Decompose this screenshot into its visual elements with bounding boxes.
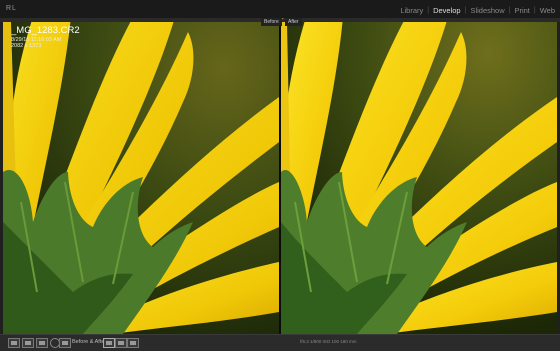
before-pane[interactable]: _MG_1283.CR2 8/29/16 11:16:03 AM 2082 x … bbox=[3, 22, 279, 334]
swap-settings-glyph bbox=[118, 341, 124, 345]
before-label: Before bbox=[261, 18, 282, 26]
photo-info-overlay: _MG_1283.CR2 8/29/16 11:16:03 AM 2082 x … bbox=[11, 26, 80, 50]
module-picker: Library | Develop | Slideshow | Print | … bbox=[399, 6, 556, 15]
module-library[interactable]: Library bbox=[399, 6, 424, 15]
module-separator: | bbox=[464, 7, 467, 14]
module-separator: | bbox=[427, 7, 430, 14]
module-separator: | bbox=[533, 7, 536, 14]
grid-view-glyph bbox=[25, 341, 31, 345]
grid-view-icon[interactable] bbox=[22, 338, 34, 348]
survey-view-glyph bbox=[62, 341, 68, 345]
after-pane[interactable] bbox=[281, 22, 557, 334]
copy-settings-glyph bbox=[130, 341, 136, 345]
photo-filename: _MG_1283.CR2 bbox=[11, 25, 80, 36]
module-separator: | bbox=[508, 7, 511, 14]
loupe-view-glyph bbox=[11, 341, 17, 345]
swap-settings-icon[interactable] bbox=[115, 338, 127, 348]
view-mode-label[interactable]: Before & After bbox=[72, 339, 106, 345]
compare-view-icon[interactable] bbox=[36, 338, 48, 348]
compare-view-glyph bbox=[39, 341, 45, 345]
exposure-readout: f/6.3 1/800 ISO 100 180 mm bbox=[300, 339, 357, 344]
photo-after bbox=[281, 22, 557, 334]
after-label: After bbox=[285, 18, 302, 26]
photo-viewer: _MG_1283.CR2 8/29/16 11:16:03 AM 2082 x … bbox=[3, 18, 557, 334]
module-print[interactable]: Print bbox=[513, 6, 530, 15]
top-panel: RL Library | Develop | Slideshow | Print… bbox=[0, 0, 560, 18]
module-web[interactable]: Web bbox=[539, 6, 556, 15]
copy-settings-icon[interactable] bbox=[127, 338, 139, 348]
bottom-toolbar: Before & After f/6.3 1/800 ISO 100 180 m… bbox=[0, 334, 560, 351]
before-after-left-right-glyph bbox=[106, 341, 112, 345]
loupe-view-icon[interactable] bbox=[8, 338, 20, 348]
photo-before bbox=[3, 22, 279, 334]
photo-dimensions: 2082 x 1373 bbox=[11, 43, 42, 49]
module-slideshow[interactable]: Slideshow bbox=[469, 6, 505, 15]
survey-view-icon[interactable] bbox=[59, 338, 71, 348]
before-after-left-right-icon[interactable] bbox=[103, 338, 115, 348]
module-develop[interactable]: Develop bbox=[432, 6, 462, 15]
app-logo: RL bbox=[6, 5, 17, 12]
